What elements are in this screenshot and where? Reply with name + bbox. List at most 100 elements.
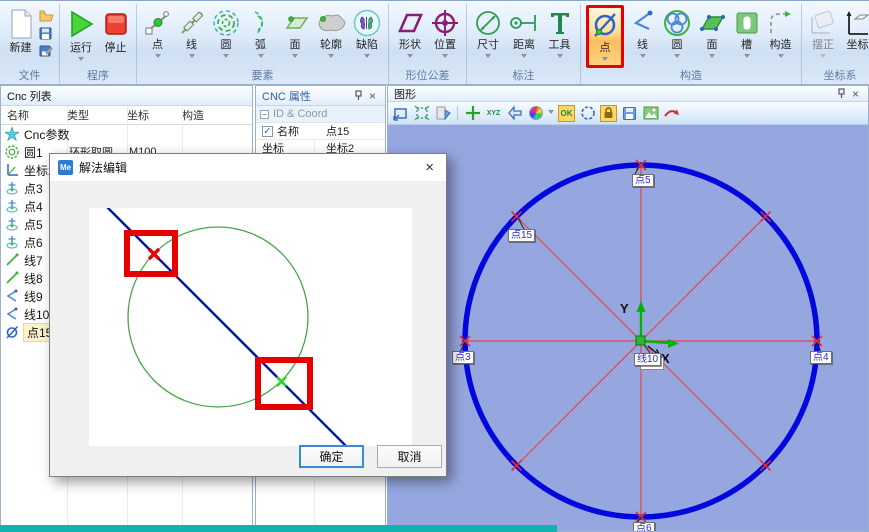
element-circle-button[interactable]: 圆 xyxy=(210,5,242,62)
run-button[interactable]: 运行 xyxy=(65,5,97,65)
element-plane-button[interactable]: 面 xyxy=(279,5,311,62)
element-line-button[interactable]: 线 xyxy=(176,5,207,62)
align-button[interactable]: 摆正 xyxy=(807,5,839,62)
construct-circle-caret[interactable] xyxy=(674,54,680,61)
color-wheel-caret[interactable] xyxy=(548,110,554,117)
element-contour-caret[interactable] xyxy=(328,54,334,61)
gdt-shape-icon xyxy=(395,6,425,39)
save-as-icon[interactable] xyxy=(39,45,54,61)
dim-tool-caret[interactable] xyxy=(557,54,563,61)
zoom-window-icon[interactable] xyxy=(392,105,409,122)
close-icon[interactable]: × xyxy=(366,90,379,102)
construct-plane-caret[interactable] xyxy=(709,54,715,61)
properties-section-id-coord[interactable]: − ID & Coord xyxy=(256,106,385,123)
xyz-axes-icon[interactable]: XYZ xyxy=(485,105,502,122)
element-line-caret[interactable] xyxy=(189,54,195,61)
circle-item-icon xyxy=(5,145,21,159)
construct-line-icon xyxy=(630,6,656,39)
rotate-view-icon[interactable] xyxy=(663,105,680,122)
view-back-icon[interactable] xyxy=(506,105,523,122)
construct-construct-button[interactable]: 构造 xyxy=(765,5,796,62)
mirror-view-icon[interactable] xyxy=(434,105,451,122)
save-view-icon[interactable] xyxy=(621,105,638,122)
construct-circle-button[interactable]: 圆 xyxy=(661,5,693,62)
element-defect-button[interactable]: 缺陷 xyxy=(351,5,383,62)
pin-icon[interactable] xyxy=(351,90,366,102)
gdt-shape-button[interactable]: 形状 xyxy=(394,5,426,62)
element-defect-caret[interactable] xyxy=(364,54,370,61)
feature-label-line10[interactable]: 线10 xyxy=(634,353,661,366)
ok-snapshot-icon[interactable]: OK xyxy=(558,105,575,122)
feature-label-point4[interactable]: 点4 xyxy=(810,351,832,364)
save-icon[interactable] xyxy=(39,27,54,43)
element-contour-button[interactable]: 轮廓 xyxy=(314,5,348,62)
feature-label-point3[interactable]: 点3 xyxy=(452,351,474,364)
dim-tool-button[interactable]: 工具 xyxy=(544,5,575,62)
image-capture-icon[interactable] xyxy=(642,105,659,122)
cancel-button[interactable]: 取消 xyxy=(377,445,442,468)
gdt-shape-caret[interactable] xyxy=(407,54,413,61)
dim-tool-label: 工具 xyxy=(549,39,571,52)
construct-line-button[interactable]: 线 xyxy=(627,5,658,62)
element-arc-icon xyxy=(247,6,275,39)
column-name[interactable]: 名称 xyxy=(1,107,67,123)
column-construct[interactable]: 构造 xyxy=(182,107,242,123)
element-circle-icon xyxy=(211,6,241,39)
feature-label-point15[interactable]: 点15 xyxy=(508,229,535,242)
color-wheel-icon[interactable] xyxy=(527,105,544,122)
stop-button[interactable]: 停止 xyxy=(100,5,131,56)
dialog-titlebar[interactable]: Me 解法编辑 × xyxy=(50,154,446,181)
ellipse-tool-icon[interactable] xyxy=(579,105,596,122)
line-item-icon xyxy=(5,271,21,285)
gdt-position-caret[interactable] xyxy=(442,54,448,61)
graphics-header: 图形 × xyxy=(388,86,868,102)
checkbox-checked-icon[interactable]: ✓ xyxy=(262,126,273,137)
construct-point-label: 点 xyxy=(600,42,611,55)
list-item-cnc-param[interactable]: Cnc参数 xyxy=(1,125,252,143)
element-point-button[interactable]: 点 xyxy=(142,5,173,62)
coordsys-button[interactable]: 坐标 xyxy=(842,5,869,53)
construct-point-caret[interactable] xyxy=(602,57,608,64)
gdt-position-button[interactable]: 位置 xyxy=(429,5,461,62)
align-caret[interactable] xyxy=(820,54,826,61)
feature-label-point6[interactable]: 点6 xyxy=(633,522,655,531)
run-label: 运行 xyxy=(70,42,92,55)
collapse-icon[interactable]: − xyxy=(260,110,269,119)
construct-slot-caret[interactable] xyxy=(744,54,750,61)
property-row-name[interactable]: ✓ 名称 点15 xyxy=(256,123,385,140)
element-arc-caret[interactable] xyxy=(258,54,264,61)
element-point-caret[interactable] xyxy=(155,54,161,61)
graphics-canvas[interactable]: Y X 点5 点15 点3 点4 线10 点6 xyxy=(388,125,868,531)
new-file-button[interactable]: 新建 xyxy=(5,5,36,56)
construct-point-button-highlighted[interactable]: 点 xyxy=(586,5,624,68)
solution-marker-green-x[interactable] xyxy=(277,377,286,386)
close-icon[interactable]: × xyxy=(849,88,862,100)
construct-plane-button[interactable]: 面 xyxy=(696,5,728,62)
feature-label-point5[interactable]: 点5 xyxy=(632,174,654,187)
dim-distance-button[interactable]: 距离 xyxy=(507,5,541,62)
construct-line-caret[interactable] xyxy=(640,54,646,61)
solution-canvas[interactable] xyxy=(89,208,412,446)
open-folder-icon[interactable] xyxy=(39,10,54,25)
fit-view-icon[interactable] xyxy=(413,105,430,122)
ok-button[interactable]: 确定 xyxy=(299,445,364,468)
run-dropdown-caret[interactable] xyxy=(78,57,84,64)
element-circle-caret[interactable] xyxy=(223,54,229,61)
dialog-close-icon[interactable]: × xyxy=(421,159,438,176)
solution-marker-red-x[interactable] xyxy=(149,249,159,259)
element-arc-button[interactable]: 弧 xyxy=(245,5,276,62)
coordsys-label: 坐标 xyxy=(847,39,869,52)
column-type[interactable]: 类型 xyxy=(67,107,127,123)
construct-slot-button[interactable]: 槽 xyxy=(731,5,762,62)
dim-size-caret[interactable] xyxy=(485,54,491,61)
property-label: 名称 xyxy=(277,123,299,139)
element-plane-caret[interactable] xyxy=(292,54,298,61)
pin-icon[interactable] xyxy=(834,88,849,100)
column-coord[interactable]: 坐标 xyxy=(127,107,182,123)
dim-distance-caret[interactable] xyxy=(521,54,527,61)
property-value[interactable]: 点15 xyxy=(326,123,349,139)
lock-icon[interactable] xyxy=(600,105,617,122)
construct-construct-caret[interactable] xyxy=(778,54,784,61)
crosshair-icon[interactable] xyxy=(464,105,481,122)
dim-size-button[interactable]: 尺寸 xyxy=(472,5,504,62)
